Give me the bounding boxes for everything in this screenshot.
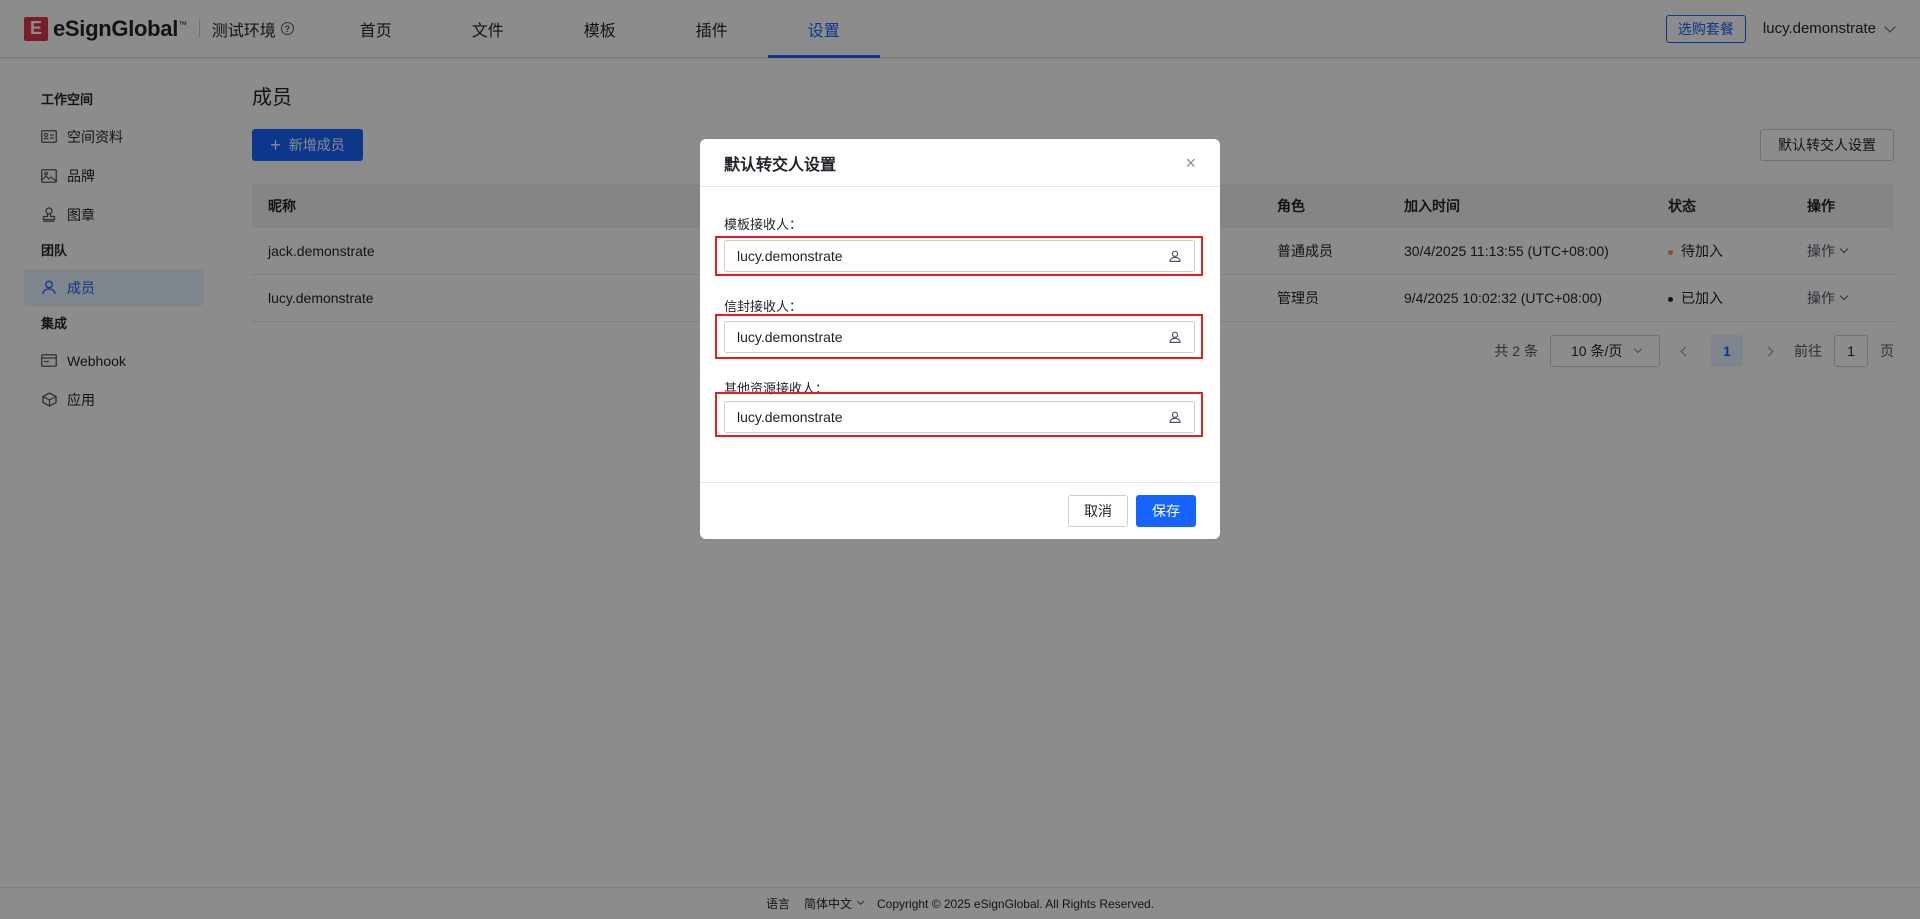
envelope-recipient-label: 信封接收人：	[724, 299, 803, 314]
template-recipient-input[interactable]: lucy.demonstrate	[724, 240, 1195, 272]
envelope-recipient-input[interactable]: lucy.demonstrate	[724, 321, 1195, 353]
default-transfer-modal: 默认转交人设置 × 模板接收人： lucy.demonstrate 信封接收人：…	[700, 139, 1220, 539]
user-icon[interactable]	[1168, 249, 1182, 263]
save-button[interactable]: 保存	[1136, 495, 1196, 527]
user-icon[interactable]	[1168, 410, 1182, 424]
other-resource-recipient-value: lucy.demonstrate	[737, 409, 843, 425]
modal-header: 默认转交人设置 ×	[700, 139, 1220, 187]
close-icon[interactable]: ×	[1185, 154, 1196, 172]
modal-title: 默认转交人设置	[724, 156, 837, 174]
cancel-button[interactable]: 取消	[1068, 495, 1128, 527]
template-recipient-value: lucy.demonstrate	[737, 248, 843, 264]
other-resource-recipient-input[interactable]: lucy.demonstrate	[724, 401, 1195, 433]
envelope-recipient-value: lucy.demonstrate	[737, 329, 843, 345]
template-recipient-label: 模板接收人：	[724, 217, 803, 232]
modal-footer: 取消 保存	[700, 482, 1220, 539]
user-icon[interactable]	[1168, 330, 1182, 344]
